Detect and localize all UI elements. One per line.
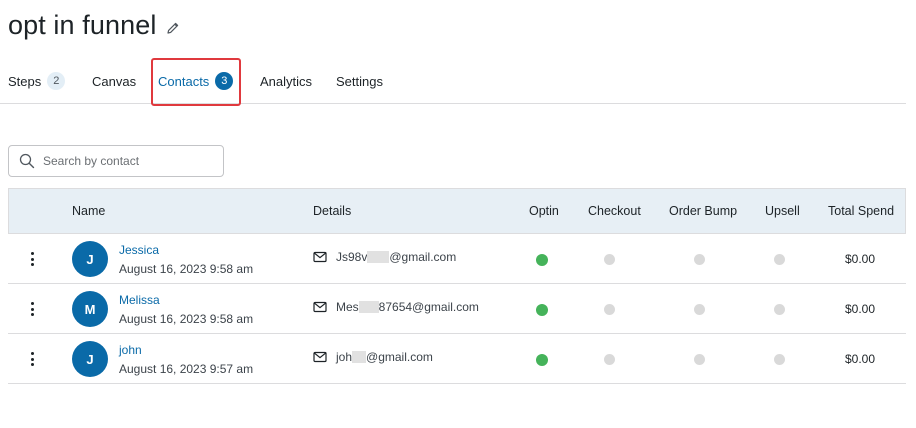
total-spend: $0.00	[845, 302, 876, 316]
order-bump-status-dot	[694, 304, 705, 315]
kebab-menu-icon[interactable]	[26, 300, 38, 318]
total-spend: $0.00	[845, 352, 876, 366]
column-header-checkout: Checkout	[588, 204, 641, 218]
table-header: Name Details Optin Checkout Order Bump U…	[8, 188, 906, 234]
search-box[interactable]	[8, 145, 224, 177]
checkout-status-dot	[604, 304, 615, 315]
kebab-menu-icon[interactable]	[26, 350, 38, 368]
mail-icon	[313, 301, 327, 313]
contact-email: Js98v @gmail.com	[336, 250, 456, 264]
contact-email: joh @gmail.com	[336, 350, 433, 364]
email-visible-end: 87654@gmail.com	[378, 300, 479, 314]
total-spend: $0.00	[845, 252, 876, 266]
highlight-box	[151, 58, 241, 106]
pencil-icon[interactable]	[166, 21, 180, 35]
column-header-details: Details	[313, 204, 352, 218]
email-visible-end: @gmail.com	[366, 350, 433, 364]
order-bump-status-dot	[694, 254, 705, 265]
kebab-menu-icon[interactable]	[26, 250, 38, 268]
contacts-table: Name Details Optin Checkout Order Bump U…	[8, 188, 906, 384]
column-header-order-bump: Order Bump	[669, 204, 738, 218]
checkout-status-dot	[604, 354, 615, 365]
tab-steps[interactable]: Steps 2	[8, 66, 66, 96]
column-header-optin: Optin	[529, 204, 559, 218]
column-header-name: Name	[72, 204, 106, 218]
optin-status-dot	[536, 254, 548, 266]
tab-label: Steps	[8, 73, 42, 89]
tab-badge: 2	[47, 72, 66, 90]
upsell-status-dot	[774, 254, 785, 265]
avatar: J	[72, 341, 108, 377]
table-row[interactable]: M Melissa August 16, 2023 9:58 am Mes 876…	[8, 284, 906, 334]
email-visible-start: joh	[336, 350, 353, 364]
email-visible-end: @gmail.com	[389, 250, 457, 264]
contact-date: August 16, 2023 9:58 am	[119, 312, 254, 326]
tab-canvas[interactable]: Canvas	[92, 66, 136, 96]
order-bump-status-dot	[694, 354, 705, 365]
tab-analytics[interactable]: Analytics	[260, 66, 312, 96]
contact-email: Mes 87654@gmail.com	[336, 300, 479, 314]
tab-label: Settings	[336, 73, 383, 89]
page-header: opt in funnel	[8, 10, 180, 41]
column-header-total-spend: Total Spend	[828, 204, 895, 218]
contact-name-link[interactable]: Jessica	[119, 243, 159, 257]
table-row[interactable]: J john August 16, 2023 9:57 am joh @gmail…	[8, 334, 906, 384]
search-icon	[19, 153, 35, 169]
table-row[interactable]: J Jessica August 16, 2023 9:58 am Js98v @…	[8, 234, 906, 284]
email-visible-start: Mes	[336, 300, 359, 314]
optin-status-dot	[536, 354, 548, 366]
contact-date: August 16, 2023 9:57 am	[119, 362, 254, 376]
tab-label: Analytics	[260, 73, 313, 89]
contact-name-link[interactable]: john	[119, 343, 142, 357]
email-visible-start: Js98v	[336, 250, 368, 264]
mail-icon	[313, 251, 327, 263]
column-header-upsell: Upsell	[765, 204, 800, 218]
avatar: J	[72, 241, 108, 277]
contact-name-link[interactable]: Melissa	[119, 293, 160, 307]
email-redaction	[358, 301, 379, 313]
contact-date: August 16, 2023 9:58 am	[119, 262, 254, 276]
checkout-status-dot	[604, 254, 615, 265]
optin-status-dot	[536, 304, 548, 316]
page-title: opt in funnel	[8, 10, 157, 40]
tab-label: Canvas	[92, 73, 137, 89]
upsell-status-dot	[774, 304, 785, 315]
upsell-status-dot	[774, 354, 785, 365]
search-input[interactable]	[43, 154, 213, 168]
email-redaction	[367, 251, 390, 263]
tab-bar: Steps 2 Canvas Contacts 3 Analytics Sett…	[0, 66, 906, 104]
avatar: M	[72, 291, 108, 327]
email-redaction	[352, 351, 367, 363]
mail-icon	[313, 351, 327, 363]
tab-settings[interactable]: Settings	[336, 66, 383, 96]
